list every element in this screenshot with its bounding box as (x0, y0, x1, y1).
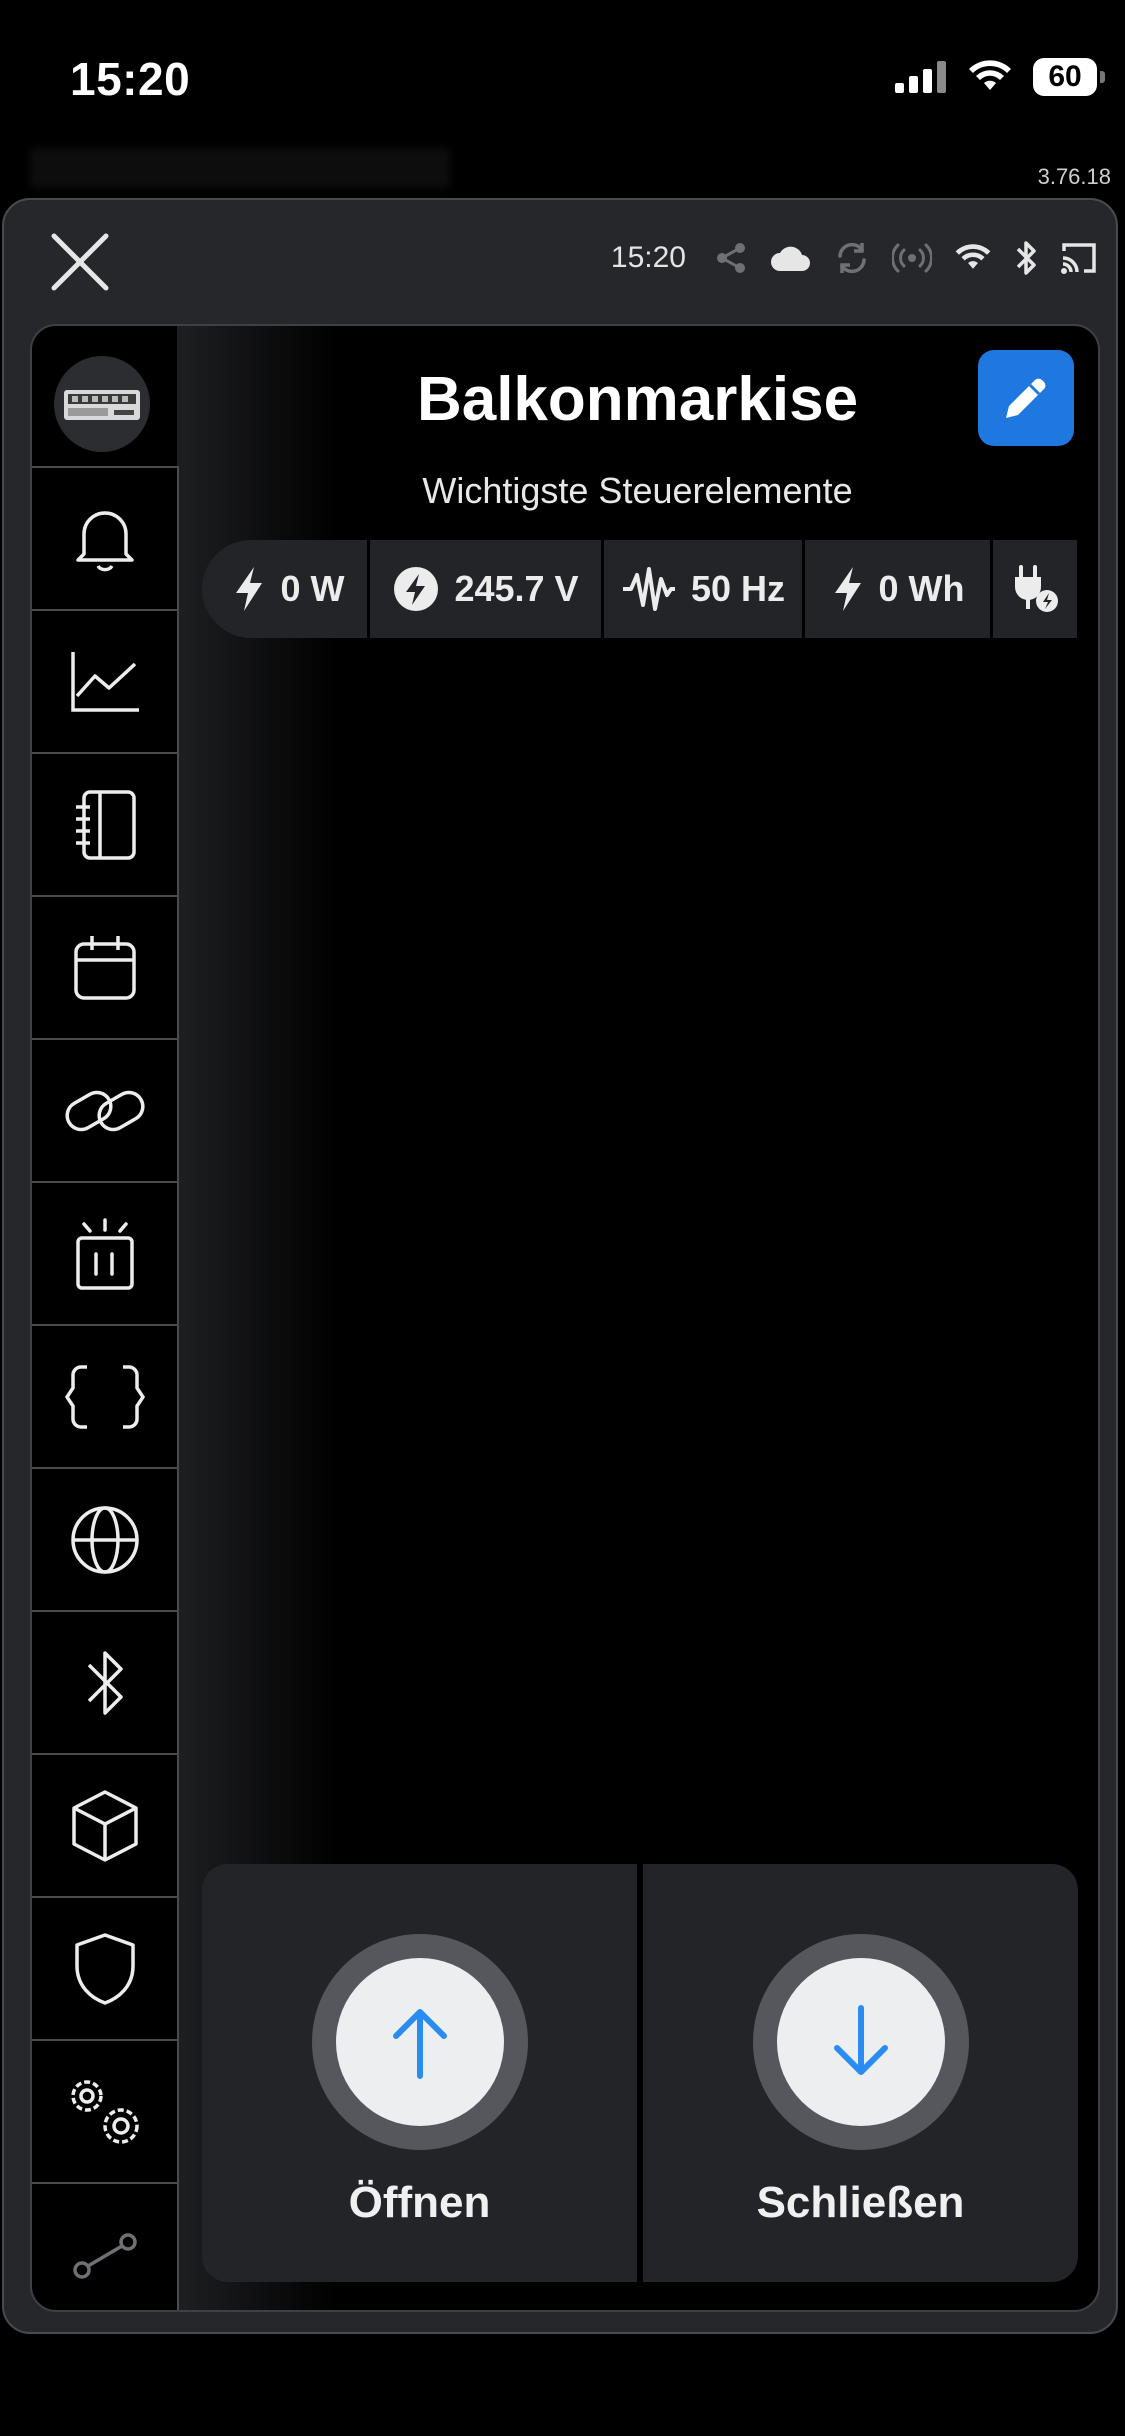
bolt-icon (834, 567, 861, 611)
sidebar-item-components[interactable] (32, 1755, 177, 1898)
shield-icon (74, 1932, 135, 2005)
app-version: 3.76.18 (1037, 164, 1111, 189)
metric-value: 245.7 V (454, 568, 579, 609)
bluetooth-status-icon[interactable] (1014, 240, 1038, 276)
close-icon[interactable] (46, 228, 114, 296)
sidebar-item-logbook[interactable] (32, 754, 177, 897)
metrics-bar: 0 W 245.7 V 50 Hz 0 Wh (202, 540, 1078, 638)
broadcast-icon[interactable] (892, 243, 932, 273)
device-title: Balkonmarkise (416, 365, 859, 434)
cellular-signal-icon (895, 61, 946, 93)
open-button[interactable] (335, 1958, 504, 2126)
arrow-up-icon (392, 2009, 447, 2079)
metric-value: 0 W (280, 568, 345, 609)
sidebar-item-security[interactable] (32, 1898, 177, 2041)
share-icon[interactable] (714, 241, 748, 275)
metric-frequency[interactable]: 50 Hz (604, 540, 802, 638)
cast-icon[interactable] (1060, 241, 1098, 275)
sidebar-item-schedules[interactable] (32, 897, 177, 1040)
sidebar-item-actions[interactable] (32, 1040, 177, 1183)
link-icon (64, 1090, 145, 1131)
close-control[interactable]: Schließen (643, 1864, 1078, 2282)
cover-controls: Öffnen Schließen (202, 1864, 1078, 2282)
sidebar (32, 326, 179, 2310)
sidebar-item-scripts[interactable] (32, 1326, 177, 1469)
close-label: Schließen (756, 2178, 965, 2227)
edit-button[interactable] (978, 350, 1074, 446)
metric-plug[interactable] (993, 540, 1077, 638)
blurred-header (30, 148, 450, 188)
plug-icon (1015, 565, 1058, 612)
device-card: 15:20 Balkonmarkise Wichtigste Steuerele… (2, 198, 1118, 2334)
status-icons: 60 (895, 58, 1105, 96)
close-button-ring (752, 1934, 969, 2150)
bell-icon (75, 510, 134, 571)
topbar-time: 15:20 (610, 241, 686, 274)
pencil-icon (1006, 378, 1046, 418)
bolt-icon (236, 567, 263, 611)
open-label: Öffnen (348, 2178, 491, 2227)
open-control[interactable]: Öffnen (202, 1864, 637, 2282)
sidebar-item-alarms[interactable] (32, 1183, 177, 1326)
sidebar-item-network[interactable] (32, 2184, 177, 2310)
arrow-down-icon (833, 2005, 888, 2075)
device-subtitle: Wichtigste Steuerelemente (422, 470, 853, 511)
settings-cogs-icon (70, 2079, 139, 2144)
notebook-icon (75, 789, 136, 860)
code-braces-icon (64, 1364, 145, 1429)
bluetooth-icon (87, 1650, 123, 1715)
sidebar-item-web[interactable] (32, 1469, 177, 1612)
sidebar-item-settings[interactable] (32, 2041, 177, 2184)
chart-line-icon (70, 651, 139, 712)
status-bar: 15:20 60 (0, 0, 1125, 150)
metric-value: 0 Wh (878, 568, 965, 609)
metric-voltage[interactable]: 245.7 V (370, 540, 601, 638)
sidebar-item-bluetooth[interactable] (32, 1612, 177, 1755)
close-button[interactable] (776, 1958, 945, 2126)
battery-indicator: 60 (1033, 58, 1105, 96)
open-button-ring (311, 1934, 528, 2150)
sidebar-nav (32, 466, 179, 2310)
device-thumbnail[interactable] (54, 356, 150, 452)
cloud-icon[interactable] (770, 243, 812, 273)
calendar-icon (73, 935, 136, 1000)
alarm-light-icon (75, 1217, 134, 1290)
frequency-wave-icon (622, 567, 675, 611)
connection-status-bar: 15:20 (611, 240, 1098, 276)
sidebar-item-statistics[interactable] (32, 611, 177, 754)
sidebar-item-notifications[interactable] (32, 468, 177, 611)
graph-nodes-icon (72, 2232, 137, 2279)
globe-icon (70, 1505, 139, 1574)
metric-value: 50 Hz (690, 568, 786, 609)
status-time: 15:20 (70, 53, 191, 105)
wifi-status-icon[interactable] (954, 243, 992, 273)
metric-energy[interactable]: 0 Wh (805, 540, 990, 638)
cube-icon (71, 1789, 138, 1862)
device-panel: Balkonmarkise Wichtigste Steuerelemente … (30, 324, 1100, 2312)
wifi-icon (969, 60, 1011, 90)
voltage-icon (394, 567, 439, 611)
sync-icon[interactable] (834, 240, 870, 276)
shelly-device-image (64, 390, 140, 420)
metric-power[interactable]: 0 W (202, 540, 367, 638)
card-topbar: 15:20 (4, 200, 1116, 318)
